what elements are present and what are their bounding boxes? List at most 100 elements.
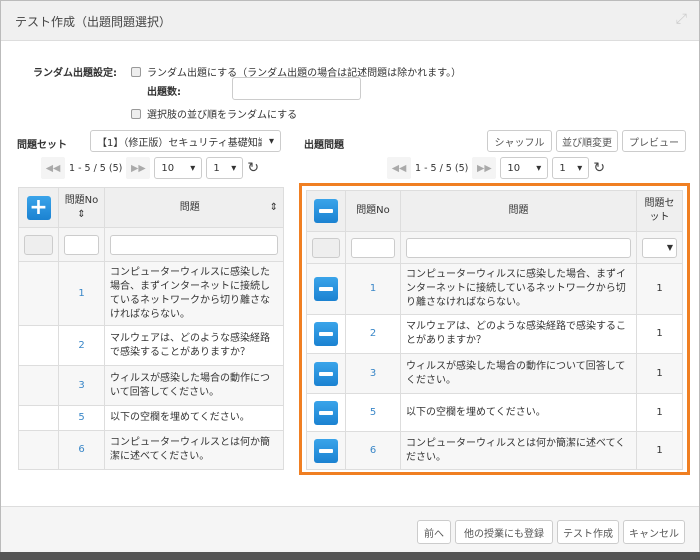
question-text: マルウェアは、どのような感染経路で感染することがありますか？: [104, 325, 284, 366]
refresh-icon[interactable]: ↻: [593, 160, 605, 176]
table-row[interactable]: 2 マルウェアは、どのような感染経路で感染することがありますか？: [18, 325, 284, 366]
dialog-header: テスト作成（出題問題選択） ⤢: [1, 1, 699, 41]
question-filter-input[interactable]: [110, 234, 278, 255]
selected-questions-label: 出題問題: [304, 140, 344, 151]
question-filter-input[interactable]: [406, 237, 631, 258]
set-filter-select[interactable]: ▼: [642, 237, 677, 258]
filter-placeholder: [24, 234, 53, 255]
first-page-icon[interactable]: ◀◀: [387, 157, 411, 179]
row-action-cell: [18, 430, 59, 470]
table-row[interactable]: 6 コンピューターウィルスとは何か簡潔に述べてください。 1: [306, 431, 683, 470]
page-size-select[interactable]: 10 ▾: [500, 157, 549, 179]
dialog-footer: 前へ 他の授業にも登録 テスト作成 キャンセル: [1, 506, 699, 552]
question-set-no: 1: [636, 263, 683, 315]
question-no[interactable]: 5: [345, 393, 401, 432]
table-row[interactable]: 5 以下の空欄を埋めてください。 1: [306, 393, 683, 432]
question-text: コンピューターウィルスとは何か簡潔に述べてください。: [104, 430, 284, 470]
question-no[interactable]: 2: [345, 314, 401, 354]
page-size-select[interactable]: 10 ▾: [154, 157, 203, 179]
remove-question-button[interactable]: [314, 322, 338, 346]
question-set-table: + 問題No ⇕ 問題 ⇕ 1 コンピューターウィルスに感染した場合、まずインターネ…: [18, 187, 284, 470]
random-settings-label: ランダム出題設定:: [33, 68, 117, 79]
question-text: 以下の空欄を埋めてください。: [104, 405, 284, 431]
last-page-icon[interactable]: ▶▶: [126, 157, 151, 179]
shuffle-choices-checkbox[interactable]: [131, 108, 141, 119]
column-header-no[interactable]: 問題No ⇕: [58, 187, 105, 228]
table-row[interactable]: 2 マルウェアは、どのような感染経路で感染することがありますか？ 1: [306, 314, 683, 354]
question-text: ウィルスが感染した場合の動作について回答してください。: [400, 353, 637, 394]
filter-placeholder: [312, 237, 340, 258]
question-set-label: 問題セット: [17, 140, 67, 151]
remove-question-button[interactable]: [314, 438, 338, 463]
count-label: 出題数:: [147, 87, 181, 98]
left-pager: ◀◀ 1 - 5 / 5 (5) ▶▶ 10 ▾ 1 ▾ ↻: [41, 157, 259, 179]
no-filter-input[interactable]: [351, 237, 395, 258]
table-row[interactable]: 3 ウィルスが感染した場合の動作について回答してください。 1: [306, 353, 683, 394]
count-input[interactable]: [232, 77, 361, 100]
first-page-icon[interactable]: ◀◀: [41, 157, 65, 179]
previous-button[interactable]: 前へ: [417, 520, 451, 544]
remove-question-button[interactable]: [314, 361, 338, 386]
question-set-value: 【1】（修正版）セキュリティ基礎知識: [97, 137, 262, 149]
column-header-set[interactable]: 問題セット: [636, 190, 683, 232]
question-text: コンピューターウィルスに感染した場合、まずインターネットに接続しているネットワー…: [400, 263, 637, 315]
dialog-title: テスト作成（出題問題選択）: [15, 15, 172, 29]
question-set-no: 1: [636, 431, 683, 470]
question-set-select[interactable]: 【1】（修正版）セキュリティ基礎知識 ▾: [90, 130, 281, 152]
question-no[interactable]: 6: [345, 431, 401, 470]
column-header-question[interactable]: 問題 ⇕: [104, 187, 284, 228]
question-no[interactable]: 1: [58, 261, 105, 326]
pager-text: 1 - 5 / 5 (5): [69, 162, 123, 174]
remove-question-button[interactable]: [314, 277, 338, 301]
question-set-no: 1: [636, 353, 683, 394]
test-create-dialog: テスト作成（出題問題選択） ⤢ ランダム出題設定: ランダム出題にする（ランダム…: [0, 0, 700, 552]
pager-text: 1 - 5 / 5 (5): [415, 162, 469, 174]
remove-all-button[interactable]: [314, 199, 338, 223]
table-row[interactable]: 3 ウィルスが感染した場合の動作について回答してください。: [18, 365, 284, 406]
question-text: コンピューターウィルスとは何か簡潔に述べてください。: [400, 431, 637, 470]
table-row[interactable]: 5 以下の空欄を埋めてください。: [18, 405, 284, 431]
question-no[interactable]: 2: [58, 325, 105, 366]
row-action-cell: [18, 325, 59, 366]
expand-icon[interactable]: ⤢: [676, 11, 687, 27]
question-set-no: 1: [636, 393, 683, 432]
row-action-cell: [18, 365, 59, 406]
question-no[interactable]: 1: [345, 263, 401, 315]
row-action-cell: [18, 261, 59, 326]
cancel-button[interactable]: キャンセル: [623, 520, 685, 544]
row-action-cell: [18, 405, 59, 431]
refresh-icon[interactable]: ↻: [247, 160, 259, 176]
question-text: 以下の空欄を埋めてください。: [400, 393, 637, 432]
sort-icon: ⇕: [269, 201, 278, 213]
shuffle-choices-label: 選択肢の並び順をランダムにする: [147, 110, 298, 121]
question-no[interactable]: 3: [345, 353, 401, 394]
table-row[interactable]: 6 コンピューターウィルスとは何か簡潔に述べてください。: [18, 430, 284, 470]
table-row[interactable]: 1 コンピューターウィルスに感染した場合、まずインターネットに接続しているネットワ…: [306, 263, 683, 315]
last-page-icon[interactable]: ▶▶: [472, 157, 497, 179]
no-filter-input[interactable]: [64, 234, 99, 255]
question-no[interactable]: 5: [58, 405, 105, 431]
question-text: マルウェアは、どのような感染経路で感染することがありますか？: [400, 314, 637, 354]
reorder-button[interactable]: 並び順変更: [556, 130, 618, 152]
preview-button[interactable]: プレビュー: [622, 130, 686, 152]
question-text: ウィルスが感染した場合の動作について回答してください。: [104, 365, 284, 406]
add-all-button[interactable]: +: [26, 195, 51, 220]
shuffle-button[interactable]: シャッフル: [487, 130, 552, 152]
create-test-button[interactable]: テスト作成: [557, 520, 619, 544]
question-no[interactable]: 6: [58, 430, 105, 470]
column-header-question[interactable]: 問題: [400, 190, 637, 232]
right-pager: ◀◀ 1 - 5 / 5 (5) ▶▶ 10 ▾ 1 ▾ ↻: [387, 157, 605, 179]
dropdown-icon: ▾: [268, 135, 274, 147]
remove-question-button[interactable]: [314, 400, 338, 425]
column-header-no[interactable]: 問題No: [345, 190, 401, 232]
question-set-no: 1: [636, 314, 683, 354]
sort-icon: ⇕: [77, 208, 86, 220]
selected-questions-table: 問題No 問題 問題セット ▼ 1 コンピューターウィルスに感染した場合、まずイン…: [306, 190, 683, 470]
table-row[interactable]: 1 コンピューターウィルスに感染した場合、まずインターネットに接続しているネットワ…: [18, 261, 284, 326]
page-select[interactable]: 1 ▾: [206, 157, 244, 179]
register-other-class-button[interactable]: 他の授業にも登録: [455, 520, 553, 544]
page-select[interactable]: 1 ▾: [552, 157, 590, 179]
question-no[interactable]: 3: [58, 365, 105, 406]
random-checkbox[interactable]: [131, 66, 141, 77]
question-text: コンピューターウィルスに感染した場合、まずインターネットに接続しているネットワー…: [104, 261, 284, 326]
